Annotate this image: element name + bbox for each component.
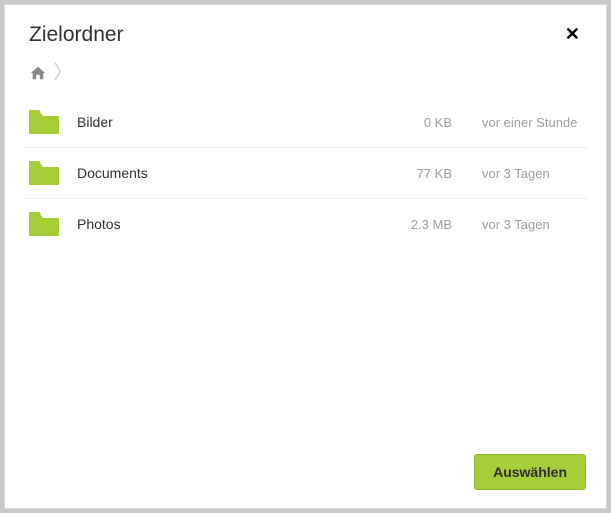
- select-button[interactable]: Auswählen: [474, 454, 586, 490]
- folder-icon: [29, 211, 59, 237]
- folder-time: vor 3 Tagen: [452, 217, 582, 232]
- list-item[interactable]: Bilder 0 KB vor einer Stunde: [23, 97, 588, 148]
- dialog-header: Zielordner ✕: [5, 5, 606, 57]
- folder-size: 77 KB: [362, 166, 452, 181]
- folder-name: Photos: [77, 216, 362, 232]
- dialog-title: Zielordner: [29, 23, 124, 47]
- folder-icon: [29, 109, 59, 135]
- close-button[interactable]: ✕: [563, 23, 582, 45]
- breadcrumb: 〉: [5, 57, 606, 97]
- folder-icon: [29, 160, 59, 186]
- dialog-footer: Auswählen: [5, 440, 606, 508]
- folder-name: Documents: [77, 165, 362, 181]
- home-icon[interactable]: [29, 65, 47, 81]
- folder-picker-dialog: Zielordner ✕ 〉 Bilder 0 KB vor einer Stu…: [4, 4, 607, 509]
- folder-time: vor 3 Tagen: [452, 166, 582, 181]
- folder-size: 0 KB: [362, 115, 452, 130]
- list-item[interactable]: Photos 2.3 MB vor 3 Tagen: [23, 199, 588, 249]
- folder-time: vor einer Stunde: [452, 115, 582, 130]
- folder-list: Bilder 0 KB vor einer Stunde Documents 7…: [5, 97, 606, 440]
- folder-name: Bilder: [77, 114, 362, 130]
- folder-size: 2.3 MB: [362, 217, 452, 232]
- list-item[interactable]: Documents 77 KB vor 3 Tagen: [23, 148, 588, 199]
- close-icon: ✕: [565, 24, 580, 44]
- chevron-right-icon: 〉: [53, 63, 73, 83]
